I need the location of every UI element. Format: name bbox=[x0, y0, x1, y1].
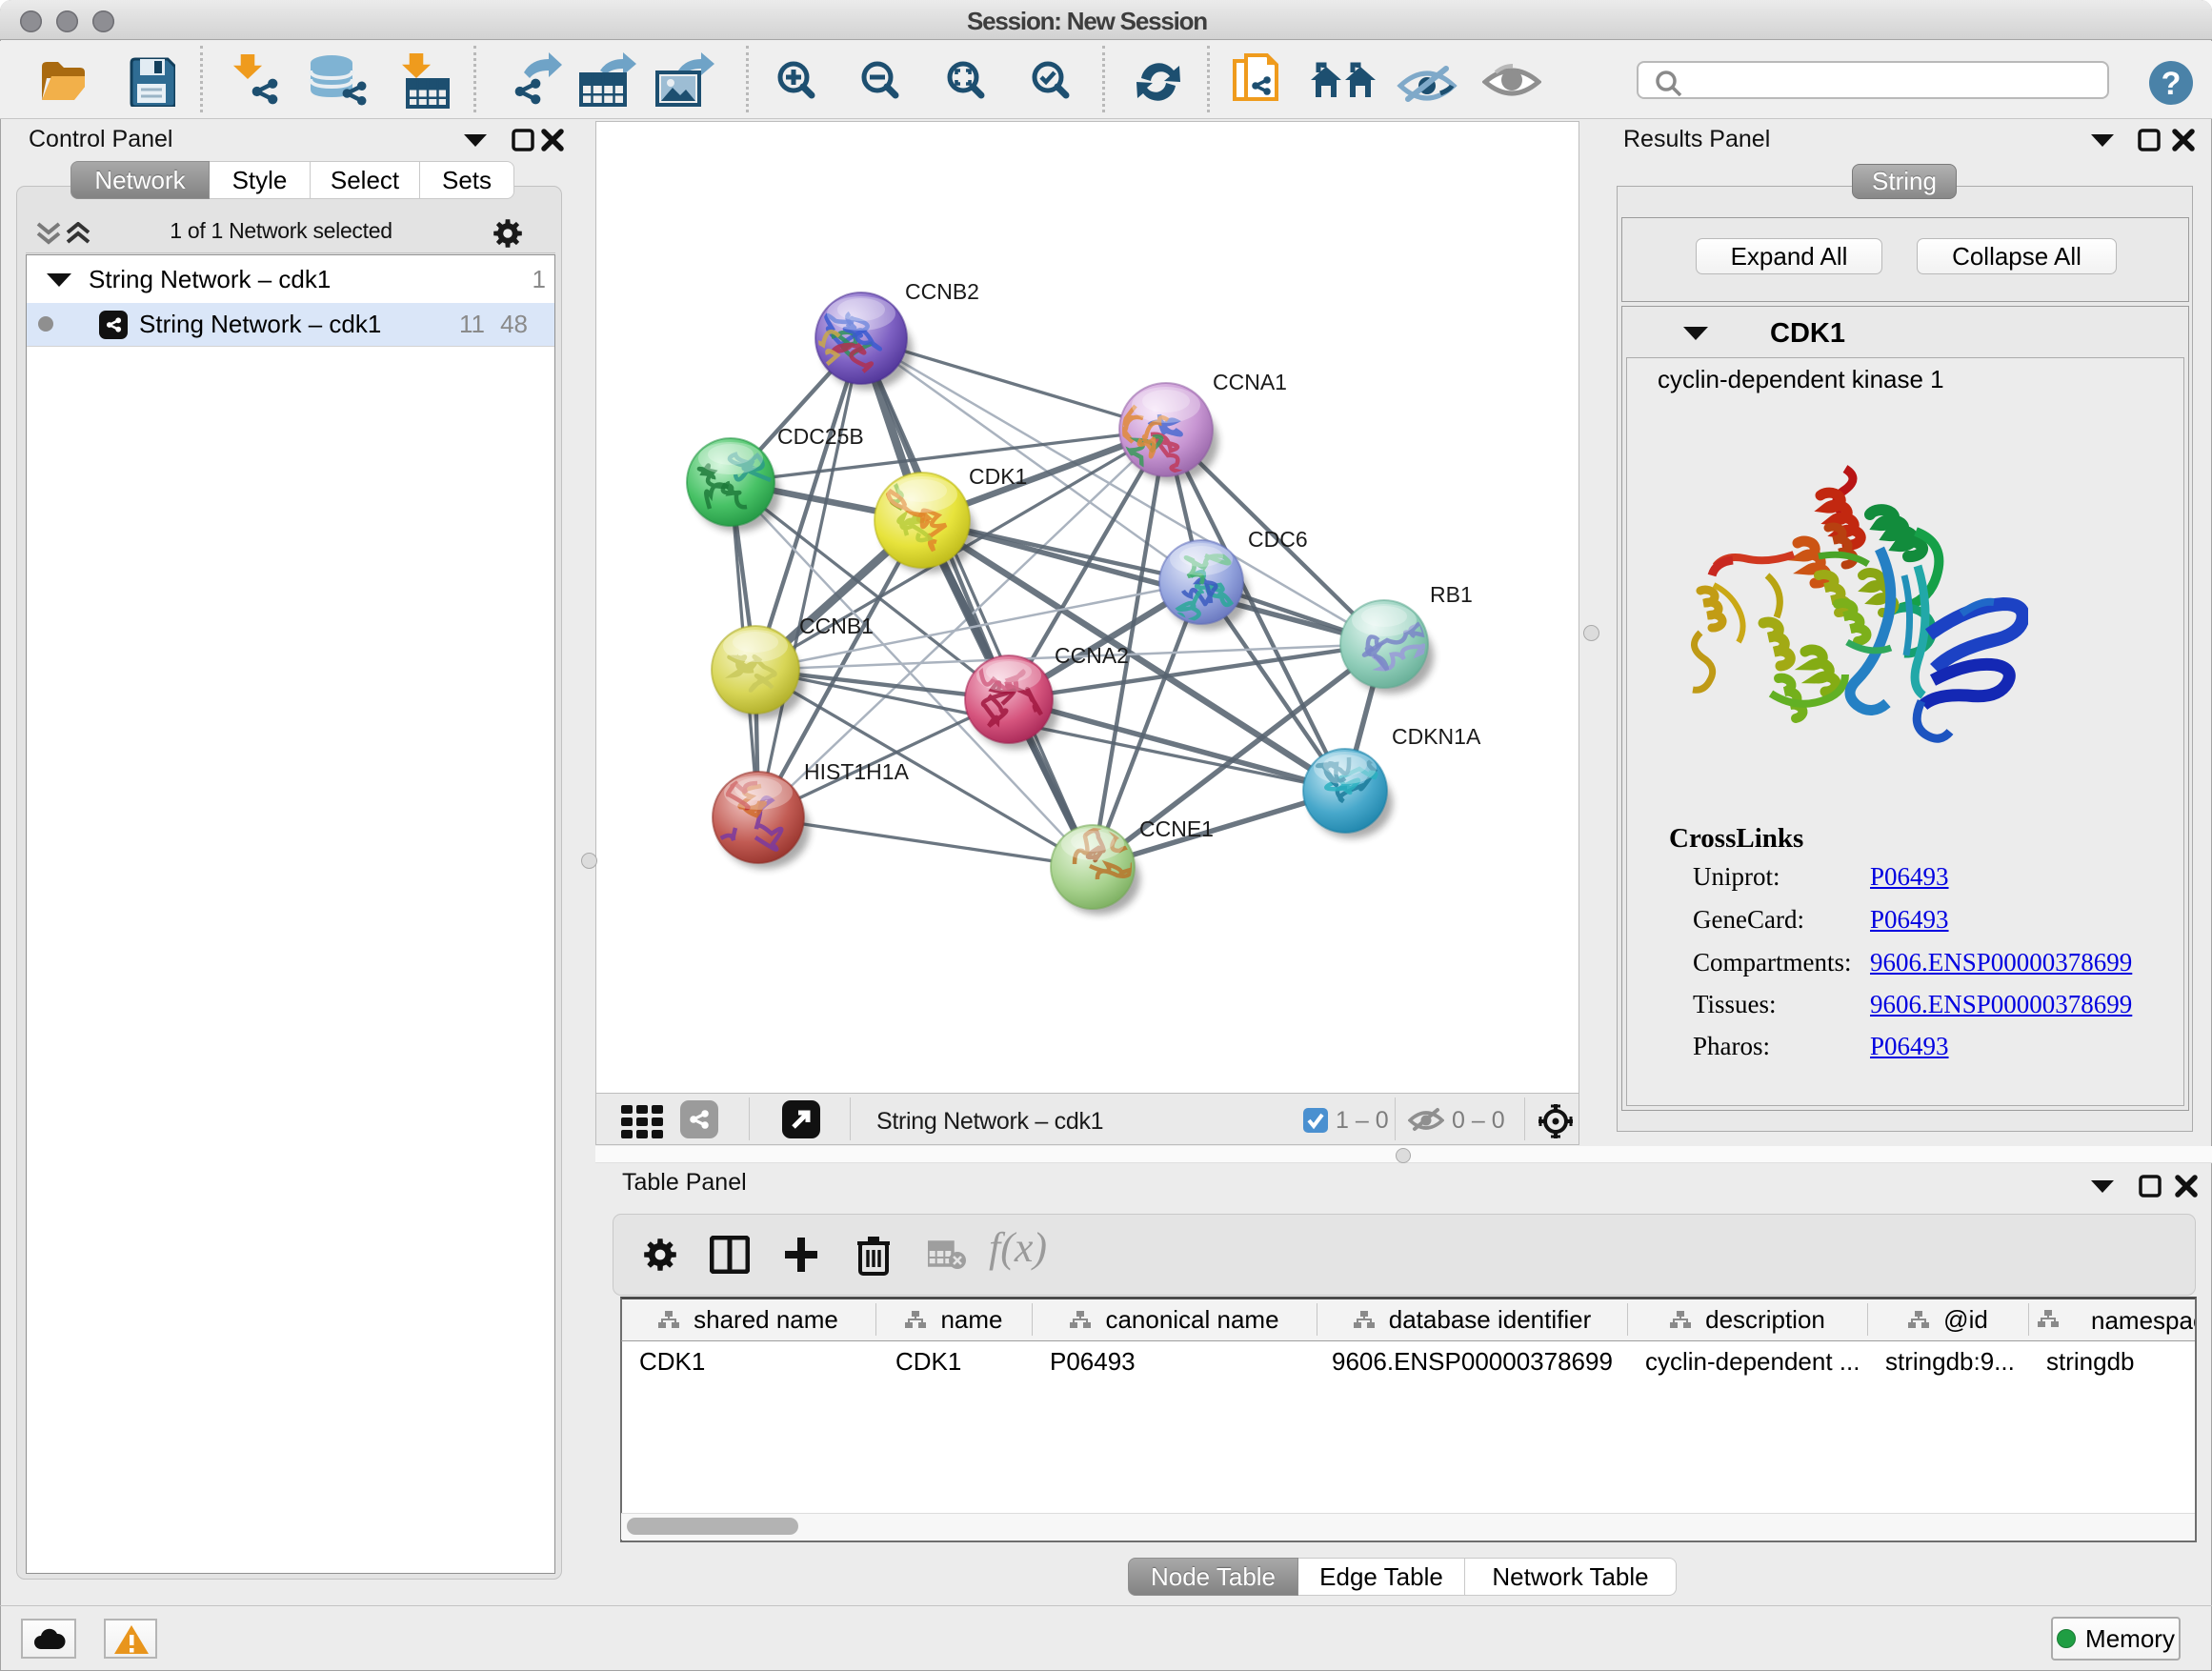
svg-text:CCNB1: CCNB1 bbox=[799, 614, 874, 638]
svg-text:CCNA1: CCNA1 bbox=[1213, 370, 1287, 394]
svg-text:HIST1H1A: HIST1H1A bbox=[804, 759, 910, 784]
svg-text:CDKN1A: CDKN1A bbox=[1392, 724, 1481, 749]
svg-text:CDK1: CDK1 bbox=[969, 464, 1027, 489]
svg-text:?: ? bbox=[2162, 66, 2182, 102]
svg-text:CCNA2: CCNA2 bbox=[1055, 643, 1129, 668]
svg-text:CCNB2: CCNB2 bbox=[905, 279, 979, 304]
svg-text:CDC6: CDC6 bbox=[1248, 527, 1308, 552]
svg-text:RB1: RB1 bbox=[1430, 582, 1473, 607]
svg-text:CCNE1: CCNE1 bbox=[1139, 816, 1214, 841]
svg-text:CDC25B: CDC25B bbox=[777, 424, 864, 449]
